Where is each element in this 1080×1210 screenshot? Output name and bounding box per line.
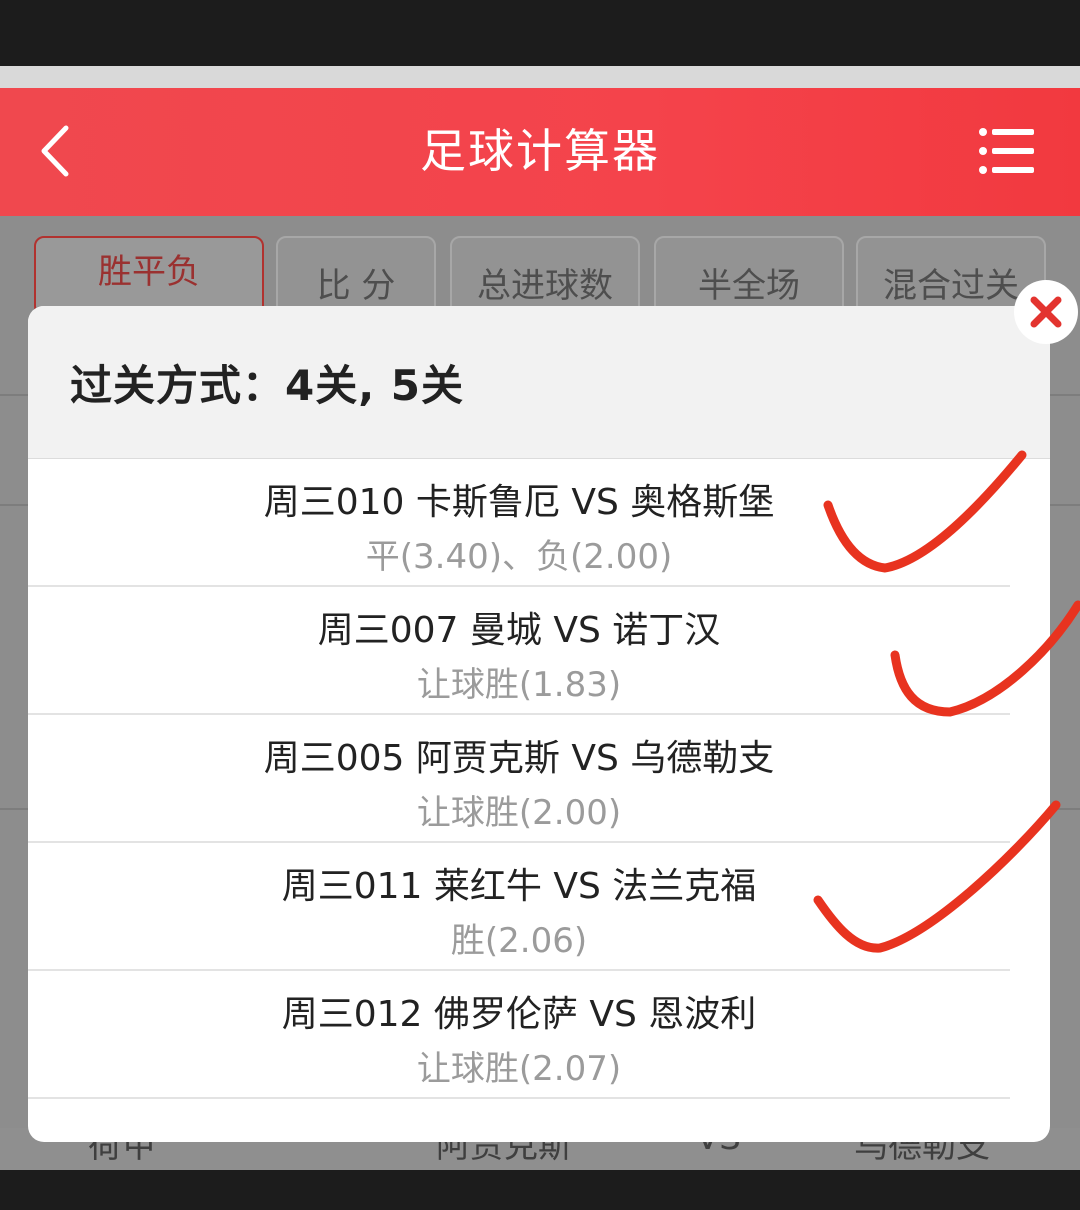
menu-button[interactable] bbox=[976, 126, 1038, 176]
list-item: 周三005 阿贾克斯 VS 乌德勒支 让球胜(2.00) bbox=[28, 715, 1010, 843]
dialog-header: 过关方式：4关, 5关 bbox=[28, 306, 1050, 459]
match-title: 周三012 佛罗伦萨 VS 恩波利 bbox=[281, 994, 757, 1035]
tab-score[interactable]: 比 分 bbox=[276, 236, 436, 316]
list-item: 周三007 曼城 VS 诺丁汉 让球胜(1.83) bbox=[28, 587, 1010, 715]
match-title: 周三007 曼城 VS 诺丁汉 bbox=[317, 610, 721, 651]
match-title: 周三005 阿贾克斯 VS 乌德勒支 bbox=[263, 738, 775, 779]
match-odds: 胜(2.06) bbox=[450, 921, 588, 961]
match-odds: 平(3.40)、负(2.00) bbox=[365, 537, 673, 577]
bottom-bar bbox=[0, 1170, 1080, 1210]
close-icon bbox=[1030, 296, 1062, 328]
match-odds: 让球胜(1.83) bbox=[416, 665, 622, 705]
tab-win-draw-lose[interactable]: 胜平负 bbox=[34, 236, 264, 316]
close-button[interactable] bbox=[1014, 280, 1078, 344]
page-title: 足球计算器 bbox=[420, 124, 660, 178]
app-header: 足球计算器 bbox=[0, 88, 1080, 216]
match-odds: 让球胜(2.00) bbox=[416, 793, 622, 833]
list-item: 周三010 卡斯鲁厄 VS 奥格斯堡 平(3.40)、负(2.00) bbox=[28, 459, 1010, 587]
match-title: 周三010 卡斯鲁厄 VS 奥格斯堡 bbox=[263, 482, 775, 523]
status-strip bbox=[0, 66, 1080, 90]
list-menu-icon bbox=[979, 128, 1034, 174]
match-list: 周三010 卡斯鲁厄 VS 奥格斯堡 平(3.40)、负(2.00) 周三007… bbox=[28, 459, 1010, 1099]
status-bar bbox=[0, 0, 1080, 68]
list-item: 周三012 佛罗伦萨 VS 恩波利 让球胜(2.07) bbox=[28, 971, 1010, 1099]
parlay-dialog: 过关方式：4关, 5关 周三010 卡斯鲁厄 VS 奥格斯堡 平(3.40)、负… bbox=[28, 306, 1050, 1142]
match-title: 周三011 莱红牛 VS 法兰克福 bbox=[281, 866, 757, 907]
parlay-type-title: 过关方式：4关, 5关 bbox=[70, 361, 465, 410]
tab-half-full[interactable]: 半全场 bbox=[654, 236, 844, 316]
list-item: 周三011 莱红牛 VS 法兰克福 胜(2.06) bbox=[28, 843, 1010, 971]
tab-total-goals[interactable]: 总进球数 bbox=[450, 236, 640, 316]
match-odds: 让球胜(2.07) bbox=[416, 1049, 622, 1089]
